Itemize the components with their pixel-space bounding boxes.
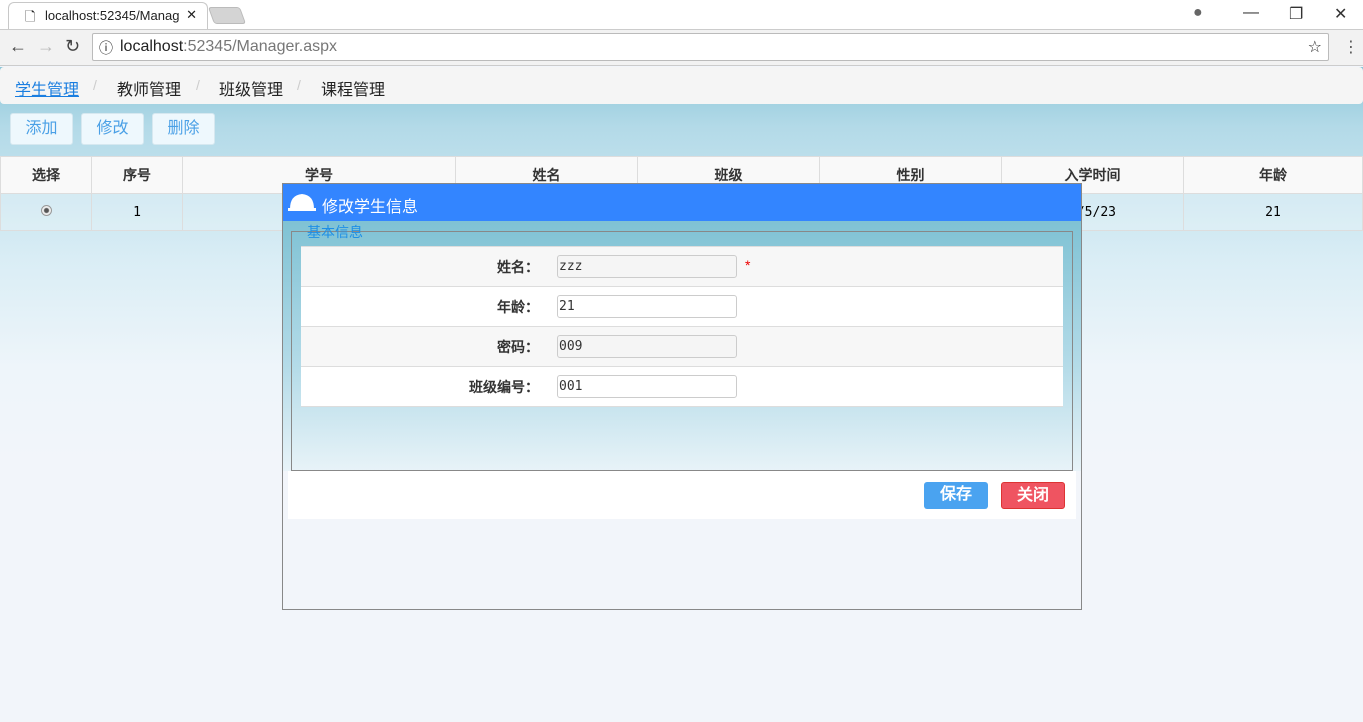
info-icon: ⓘ: [99, 40, 113, 56]
password-input[interactable]: [557, 335, 737, 358]
dialog-title-bar[interactable]: 修改学生信息: [283, 184, 1081, 221]
fieldset-legend: 基本信息: [307, 224, 363, 240]
menu-icon[interactable]: ⋮: [1343, 37, 1359, 57]
forward-icon[interactable]: →: [37, 36, 55, 57]
select-cell[interactable]: [0, 193, 92, 231]
name-input[interactable]: [557, 255, 737, 278]
close-window-icon[interactable]: ✕: [1334, 4, 1347, 24]
close-tab-icon[interactable]: ✕: [186, 7, 197, 23]
add-button[interactable]: 添加: [10, 113, 73, 145]
save-button[interactable]: 保存: [924, 482, 988, 509]
form-table: 姓名： * 年龄： 密码： 班级编号：: [301, 246, 1063, 407]
nav-teacher[interactable]: 教师管理: [117, 76, 181, 100]
minimize-icon[interactable]: —: [1243, 4, 1259, 22]
name-label: 姓名：: [301, 246, 557, 287]
class-id-input[interactable]: [557, 375, 737, 398]
form-row-name: 姓名： *: [301, 246, 1063, 287]
nav-course[interactable]: 课程管理: [321, 76, 385, 100]
edit-button[interactable]: 修改: [81, 113, 144, 145]
restore-icon[interactable]: ❐: [1289, 4, 1303, 24]
form-row-age: 年龄：: [301, 286, 1063, 327]
back-icon[interactable]: ←: [9, 36, 27, 57]
page-icon: 🗋: [25, 9, 36, 24]
profile-icon[interactable]: ●: [1193, 4, 1203, 22]
row-radio[interactable]: [40, 204, 52, 216]
nav-separator: /: [93, 77, 97, 93]
nav-separator: /: [297, 77, 301, 93]
edit-student-dialog: 修改学生信息 基本信息 姓名： * 年龄： 密码： 班级编号： 保存 关闭: [282, 183, 1082, 610]
url-path: :52345/Manager.aspx: [183, 38, 338, 55]
reload-icon[interactable]: ↻: [65, 36, 80, 57]
required-marker: *: [745, 257, 751, 273]
delete-button[interactable]: 删除: [152, 113, 215, 145]
nav-class[interactable]: 班级管理: [219, 76, 283, 100]
url-host: localhost: [120, 38, 184, 55]
age-label: 年龄：: [301, 286, 557, 327]
nav-student[interactable]: 学生管理: [15, 76, 79, 100]
browser-tab[interactable]: 🗋 localhost:52345/Manag ✕: [8, 2, 208, 30]
new-tab-button[interactable]: [207, 7, 247, 24]
password-label: 密码：: [301, 326, 557, 367]
address-bar[interactable]: ⓘ localhost:52345/Manager.aspx ☆: [92, 33, 1329, 61]
form-row-class-id: 班级编号：: [301, 366, 1063, 407]
col-select: 选择: [0, 156, 92, 194]
age-input[interactable]: [557, 295, 737, 318]
helmet-icon: [288, 194, 316, 211]
index-cell: 1: [91, 193, 183, 231]
tab-title: localhost:52345/Manag: [45, 8, 180, 23]
class-id-label: 班级编号：: [301, 366, 557, 407]
age-cell: 21: [1183, 193, 1363, 231]
col-index: 序号: [91, 156, 183, 194]
close-button[interactable]: 关闭: [1001, 482, 1065, 509]
nav-separator: /: [196, 77, 200, 93]
breadcrumb-nav: 学生管理 / 教师管理 / 班级管理 / 课程管理: [0, 67, 1363, 104]
dialog-title: 修改学生信息: [322, 199, 419, 216]
form-row-password: 密码：: [301, 326, 1063, 367]
bookmark-star-icon[interactable]: ☆: [1308, 37, 1322, 57]
col-age: 年龄: [1183, 156, 1363, 194]
